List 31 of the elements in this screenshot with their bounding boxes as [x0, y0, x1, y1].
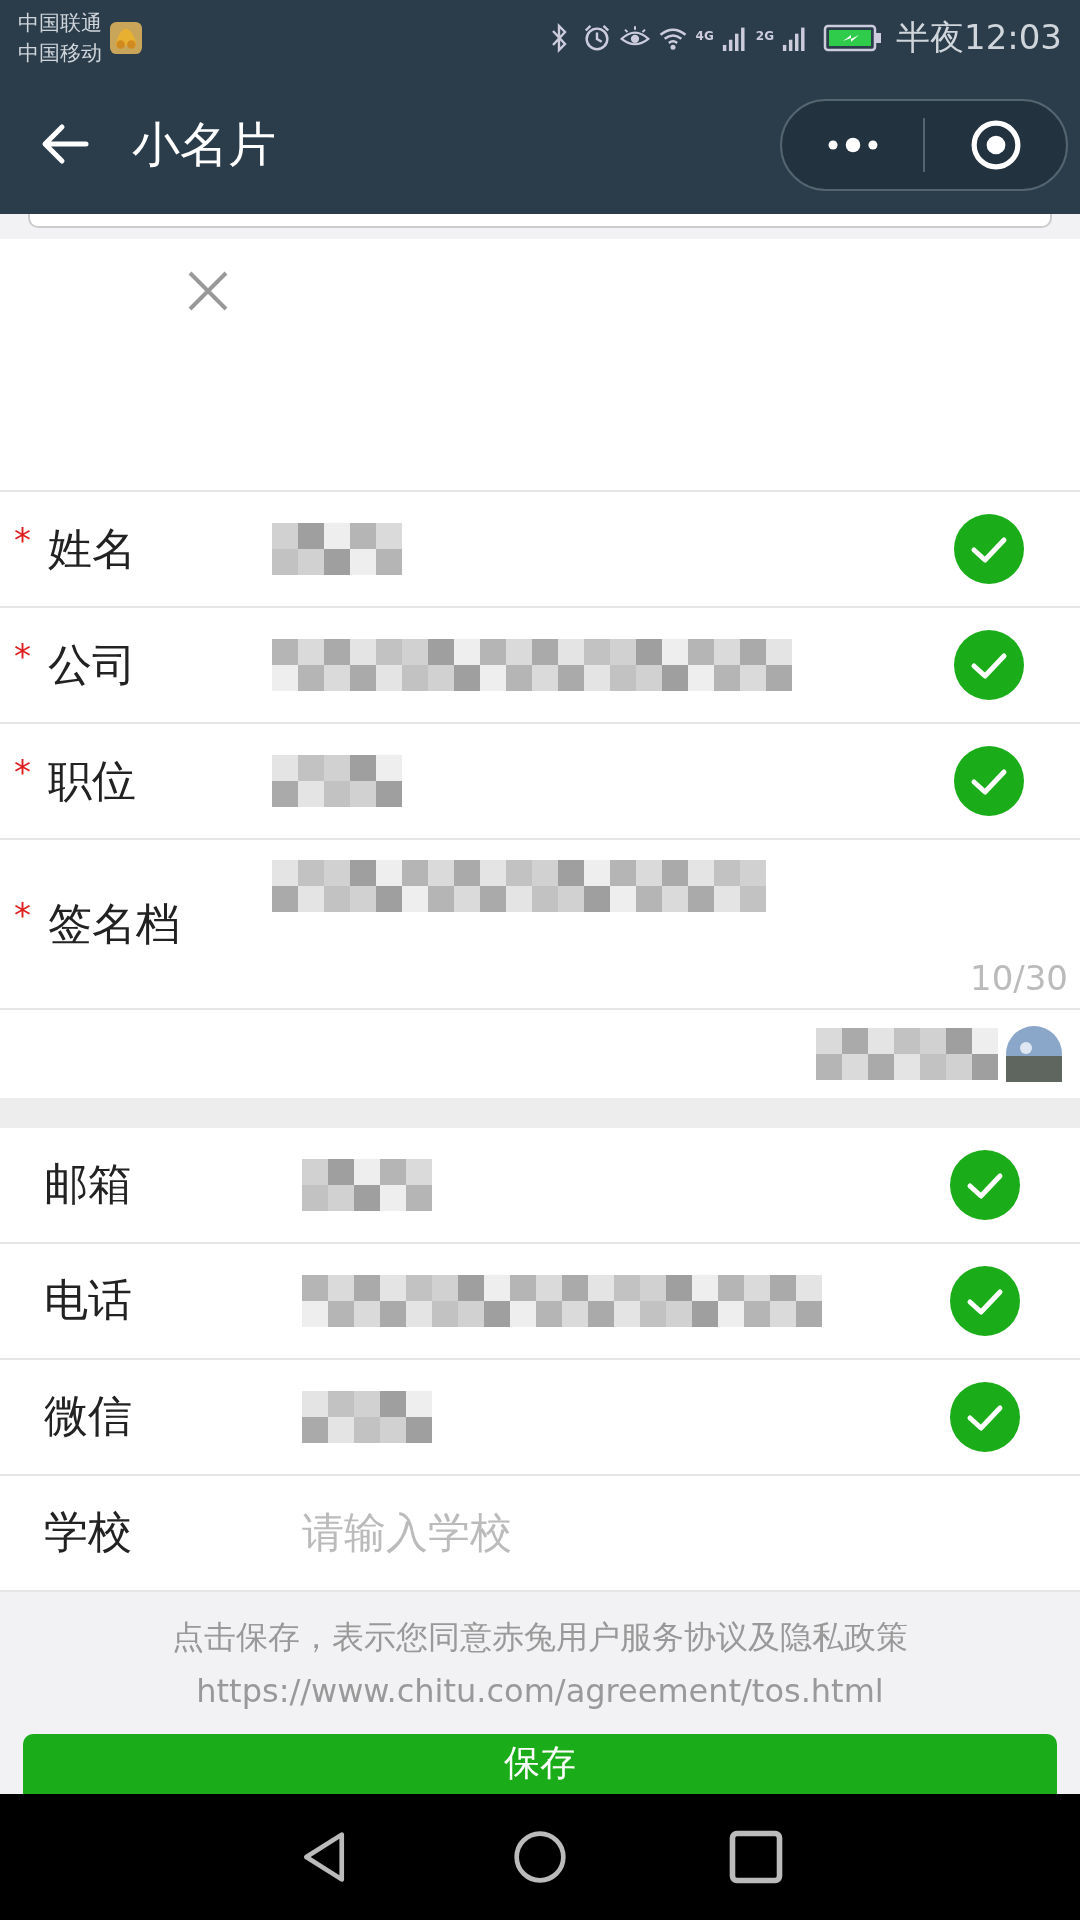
home-icon	[512, 1829, 568, 1885]
clock-time: 半夜12:03	[896, 15, 1062, 59]
required-mark: *	[14, 519, 32, 560]
agreement-text: 点击保存，表示您同意赤兔用户服务协议及隐私政策	[172, 1617, 908, 1658]
network-label: 4G	[695, 28, 714, 43]
input-field[interactable]: 请输入学校	[302, 1508, 822, 1558]
field-label: 公司	[48, 637, 136, 692]
avatar-icon	[1006, 1026, 1062, 1083]
required-mark: *	[14, 635, 32, 676]
battery-icon	[822, 22, 884, 53]
carrier-name: 中国移动	[18, 39, 102, 67]
field-label: 姓名	[48, 521, 136, 576]
required-mark: *	[14, 894, 32, 935]
field-label: 电话	[44, 1273, 132, 1328]
network-label: 2G	[755, 28, 774, 43]
field-label: 邮箱	[44, 1157, 132, 1212]
target-icon	[969, 118, 1022, 171]
recents-icon	[728, 1829, 784, 1885]
field-label: 微信	[44, 1389, 132, 1444]
back-arrow-icon	[40, 121, 90, 166]
field-label: 学校	[44, 1505, 132, 1560]
character-counter: 10/30	[970, 958, 1068, 999]
agreement-link[interactable]: https://www.chitu.com/agreement/tos.html	[196, 1664, 884, 1718]
page-title: 小名片	[132, 114, 276, 174]
field-label: 签名档	[48, 896, 180, 951]
required-mark: *	[14, 751, 32, 792]
close-icon	[186, 269, 230, 313]
carrier-name: 中国联通	[18, 9, 102, 37]
save-button[interactable]: 保存	[23, 1734, 1057, 1794]
app-icon	[110, 21, 142, 54]
field-label: 职位	[48, 753, 136, 808]
